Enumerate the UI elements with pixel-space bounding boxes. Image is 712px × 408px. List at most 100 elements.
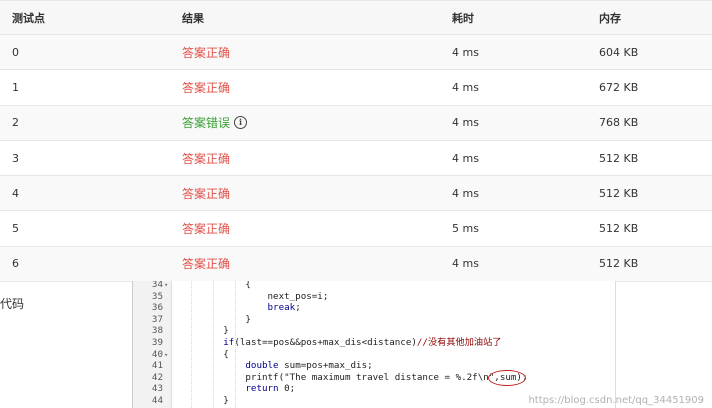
test-point-cell: 3 [12,141,19,175]
memory-cell: 672 KB [599,70,638,104]
code-line: 36 break; [133,302,615,314]
test-point-cell-text: 5 [12,222,19,236]
code-text: } [179,325,229,337]
line-number: 42 [151,371,163,383]
result-cell-text: 答案错误 [182,116,231,131]
test-point-cell: 1 [12,70,19,104]
memory-cell-text: 512 KB [599,186,639,200]
time-cell: 4 ms [452,106,479,140]
test-point-cell: 5 [12,211,19,245]
memory-cell-text: 672 KB [599,80,639,94]
line-number: 38 [151,325,163,337]
time-cell: 5 ms [452,211,479,245]
code-text: next_pos=i; [179,290,329,302]
code-editor[interactable]: 34 ▾ {35 next_pos=i; 36 break; 37 } 38 } 39 i… [132,281,616,408]
watermark: https://blog.csdn.net/qq_34451909 [528,395,704,406]
fold-arrow-icon[interactable]: ▾ [164,349,168,361]
test-point-cell-text: 1 [12,80,19,94]
header-memory: 内存 [599,11,621,25]
code-line: 39 if(last==pos&&pos+max_dis<distance)//… [133,337,615,349]
memory-cell-text: 768 KB [599,116,639,130]
code-text: if(last==pos&&pos+max_dis<distance)//没有其… [223,337,502,348]
test-point-cell-text: 6 [12,257,19,271]
table-header: 测试点 结果 耗时 内存 [0,1,712,35]
table-row: 6 答案正确 4 ms 512 KB [0,246,712,283]
test-point-cell: 4 [12,176,19,210]
header-test-point: 测试点 [12,11,45,25]
memory-cell: 512 KB [599,176,638,210]
table-body: 0 答案正确 4 ms 604 KB 1 答案正确 4 ms 672 KB 2 答案错误 i 4 ms… [0,35,712,283]
code-text: { [179,348,229,360]
code-line: 37 } [133,314,615,326]
result-cell: 答案正确 [182,176,230,210]
test-point-cell: 2 [12,106,19,140]
code-line: 35 next_pos=i; [133,291,615,303]
result-cell-text: 答案正确 [182,186,231,201]
code-text: printf("The maximum travel distance = %.… [179,371,528,383]
header-time: 耗时 [452,11,474,25]
line-number: 44 [151,395,163,406]
time-cell-text: 4 ms [452,80,479,94]
test-point-cell-text: 3 [12,151,19,165]
memory-cell: 512 KB [599,141,638,175]
result-cell: 答案正确 [182,35,230,69]
hand-drawn-circle-mark [488,370,526,386]
code-text: } [179,313,251,325]
time-cell-text: 4 ms [452,151,479,165]
result-cell: 答案错误 i [182,106,248,140]
line-number: 37 [151,313,163,325]
time-cell-text: 4 ms [452,257,479,271]
line-number: 40 [151,348,163,360]
table-row: 1 答案正确 4 ms 672 KB [0,70,712,106]
line-number: 43 [151,383,163,395]
code-text: { [179,281,251,290]
header-result: 结果 [182,11,204,25]
time-cell: 4 ms [452,70,479,104]
test-point-cell-text: 4 [12,186,19,200]
fold-arrow-icon[interactable]: ▾ [164,281,168,291]
code-line: 42 printf("The maximum travel distance =… [133,372,615,384]
result-cell-text: 答案正确 [182,257,231,272]
time-cell: 4 ms [452,176,479,210]
time-cell-text: 5 ms [452,222,479,236]
result-cell: 答案正确 [182,247,230,281]
test-point-cell-text: 2 [12,116,19,130]
line-number: 36 [151,302,163,314]
table-row: 4 答案正确 4 ms 512 KB [0,176,712,212]
info-circle-icon[interactable]: i [234,116,248,130]
code-text: return 0; [245,383,296,395]
code-label: 代码 [0,297,25,311]
memory-cell: 768 KB [599,106,638,140]
time-cell: 4 ms [452,35,479,69]
memory-cell: 512 KB [599,247,638,281]
table-row: 0 答案正确 4 ms 604 KB [0,35,712,71]
line-number: 39 [151,337,163,348]
test-point-cell: 6 [12,247,19,281]
code-text: } [179,395,229,406]
test-point-cell-text: 0 [12,45,19,59]
time-cell-text: 4 ms [452,45,479,59]
code-text: double sum=pos+max_dis; [245,360,373,372]
time-cell-text: 4 ms [452,116,479,130]
memory-cell: 512 KB [599,211,638,245]
table-row: 5 答案正确 5 ms 512 KB [0,211,712,247]
table-row: 3 答案正确 4 ms 512 KB [0,141,712,177]
result-cell-text: 答案正确 [182,151,231,166]
code-line: 41 double sum=pos+max_dis; [133,360,615,372]
result-cell: 答案正确 [182,141,230,175]
code-line: 38 } [133,325,615,337]
code-line: 40 ▾ { [133,349,615,361]
memory-cell: 604 KB [599,35,638,69]
table-row: 2 答案错误 i 4 ms 768 KB [0,105,712,141]
test-results-table: 测试点 结果 耗时 内存 0 答案正确 4 ms 604 KB 1 答案正确 4 ms 672… [0,0,712,283]
time-cell: 4 ms [452,141,479,175]
line-number: 41 [151,360,163,372]
result-cell-text: 答案正确 [182,80,231,95]
line-number: 35 [151,290,163,302]
line-number: 34 [151,281,163,290]
memory-cell-text: 604 KB [599,45,639,59]
code-section: 代码 34 ▾ {35 next_pos=i; 36 break; 37 } 38 } 3… [0,281,712,408]
code-line: 43 return 0; [133,383,615,395]
memory-cell-text: 512 KB [599,151,639,165]
test-point-cell: 0 [12,35,19,69]
